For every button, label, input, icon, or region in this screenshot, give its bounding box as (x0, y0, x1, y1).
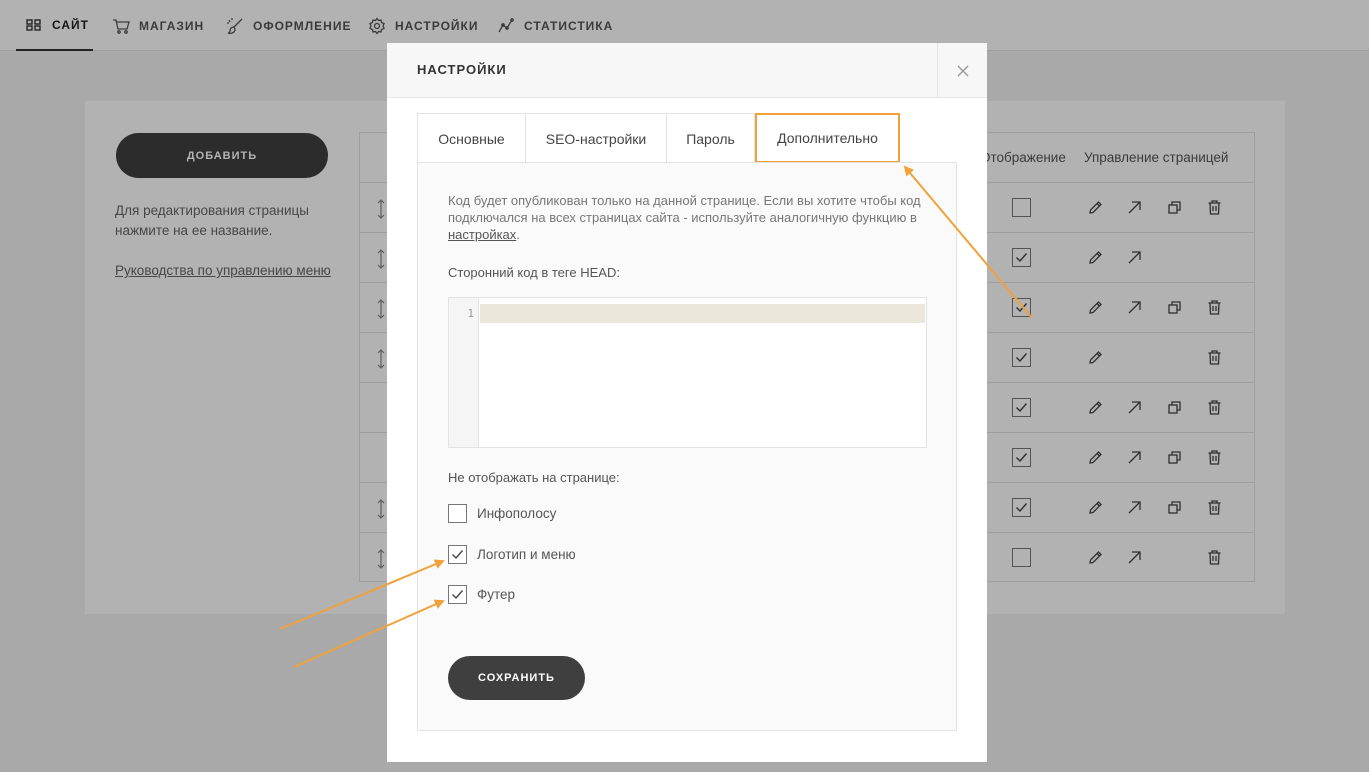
hide-on-page-label: Не отображать на странице: (448, 470, 620, 485)
tab-advanced[interactable]: Дополнительно (755, 113, 900, 163)
save-button[interactable]: СОХРАНИТЬ (448, 656, 585, 700)
tab-password[interactable]: Пароль (666, 113, 755, 163)
option-label: Футер (477, 586, 516, 602)
close-icon (957, 65, 968, 76)
head-code-editor[interactable]: 1 (448, 297, 927, 448)
infobar-checkbox[interactable] (448, 503, 467, 523)
modal-title: НАСТРОЙКИ (417, 62, 507, 77)
modal-header: НАСТРОЙКИ (387, 43, 987, 98)
settings-tabs: Основные SEO-настройки Пароль Дополнител… (417, 113, 957, 163)
code-info-text: Код будет опубликован только на данной с… (448, 192, 928, 243)
check-icon (452, 549, 464, 559)
settings-link[interactable]: настройках (448, 227, 516, 242)
option-label: Логотип и меню (477, 546, 576, 562)
logo-menu-checkbox[interactable] (448, 544, 467, 564)
option-infobar[interactable]: Инфополосу (448, 503, 556, 523)
info-tail: . (516, 227, 520, 242)
head-code-label: Сторонний код в теге HEAD: (448, 265, 620, 280)
settings-modal: НАСТРОЙКИ Основные SEO-настройки Пароль … (387, 43, 987, 762)
advanced-panel: Код будет опубликован только на данной с… (417, 162, 957, 731)
close-button[interactable] (937, 43, 987, 98)
check-icon (452, 589, 464, 599)
editor-active-line[interactable] (480, 304, 925, 323)
editor-gutter: 1 (449, 298, 479, 447)
line-number: 1 (467, 307, 474, 320)
option-logo-menu[interactable]: Логотип и меню (448, 544, 576, 564)
option-footer[interactable]: Футер (448, 584, 515, 604)
tab-seo[interactable]: SEO-настройки (525, 113, 667, 163)
option-label: Инфополосу (477, 505, 557, 521)
footer-checkbox[interactable] (448, 584, 467, 604)
info-text: Код будет опубликован только на данной с… (448, 193, 921, 225)
tab-basic[interactable]: Основные (417, 113, 526, 163)
